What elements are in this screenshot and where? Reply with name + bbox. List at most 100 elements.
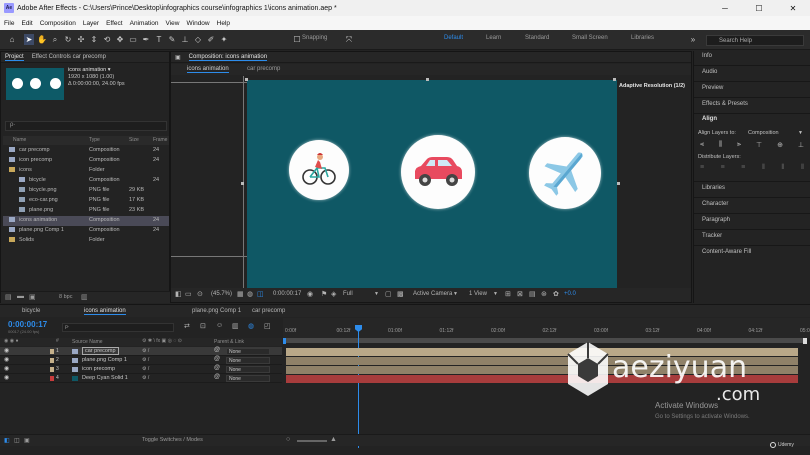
view-layout-dropdown[interactable]: 1 View bbox=[469, 291, 487, 297]
distribute-hcenter-icon[interactable]: ⦀ bbox=[781, 164, 784, 173]
menu-file[interactable]: File bbox=[4, 20, 14, 27]
handle[interactable] bbox=[241, 182, 244, 185]
parent-link-column[interactable]: Parent & Link bbox=[214, 339, 244, 345]
maximize-button[interactable]: ☐ bbox=[742, 0, 776, 16]
tab-project[interactable]: Project bbox=[5, 54, 24, 61]
always-preview-icon[interactable]: ◧ bbox=[175, 290, 182, 298]
close-button[interactable]: ✕ bbox=[776, 0, 810, 16]
distribute-vcenter-icon[interactable]: ≡ bbox=[721, 164, 725, 173]
exposure-value[interactable]: +0.0 bbox=[564, 291, 576, 297]
workspace-small-screen[interactable]: Small Screen bbox=[572, 35, 608, 41]
timeline-tab-car-precomp[interactable]: car precomp bbox=[252, 308, 285, 314]
bicycle-icon-circle[interactable] bbox=[289, 140, 349, 200]
region-icon[interactable]: ◫ bbox=[257, 290, 264, 298]
layer-row[interactable]: ◉ 1 car precomp ⚙ / @ None bbox=[0, 347, 282, 356]
parent-dropdown[interactable]: None bbox=[226, 348, 270, 355]
menu-edit[interactable]: Edit bbox=[21, 20, 32, 27]
panel-content-aware-fill[interactable]: Content-Aware Fill bbox=[702, 249, 751, 255]
dolly-camera-icon[interactable]: ⇕ bbox=[89, 34, 99, 45]
zoom-tool-icon[interactable]: ⌕ bbox=[50, 34, 60, 45]
brush-tool-icon[interactable]: ✎ bbox=[167, 34, 177, 45]
expand-icon[interactable]: ◫ bbox=[14, 437, 20, 444]
pen-tool-icon[interactable]: ✒ bbox=[141, 34, 151, 45]
align-bottom-icon[interactable]: ⊥ bbox=[798, 141, 804, 150]
current-time-display[interactable]: 0:00:00:17 bbox=[273, 291, 301, 297]
layer-row[interactable]: ◉ 2 plane.png Comp 1 ⚙ / @ None bbox=[0, 356, 282, 365]
transfer-controls-icon[interactable]: ▣ bbox=[24, 437, 30, 444]
camera-chevron-down-icon[interactable]: ▼ bbox=[453, 291, 458, 297]
visibility-eye-icon[interactable]: ◉ bbox=[4, 347, 9, 354]
handle[interactable] bbox=[613, 78, 616, 81]
distribute-bottom-icon[interactable]: ≡ bbox=[741, 164, 745, 173]
new-folder-icon[interactable]: ▬ bbox=[17, 293, 24, 300]
panel-align-title[interactable]: Align bbox=[702, 116, 717, 122]
delete-icon[interactable]: ▥ bbox=[81, 293, 88, 301]
menu-composition[interactable]: Composition bbox=[40, 20, 76, 27]
composition-canvas[interactable] bbox=[247, 80, 617, 288]
snapping-checkbox-icon[interactable]: ☐ bbox=[292, 34, 302, 45]
pick-whip-icon[interactable]: @ bbox=[214, 347, 220, 353]
comp-flowchart-icon[interactable]: ⊛ bbox=[541, 290, 547, 298]
layer-name[interactable]: plane.png Comp 1 bbox=[82, 357, 127, 363]
zoom-dropdown[interactable]: (45.7%) bbox=[211, 291, 232, 297]
subtab-car-precomp[interactable]: car precomp bbox=[247, 66, 280, 72]
align-vcenter-icon[interactable]: ⊕ bbox=[777, 141, 783, 150]
timeline-tab-bicycle[interactable]: bicycle bbox=[22, 308, 40, 314]
roi-icon[interactable]: ▢ bbox=[385, 290, 392, 298]
layer-row[interactable]: ◉ 4 Deep Cyan Solid 1 ⚙ / @ None bbox=[0, 374, 282, 383]
workspace-libraries[interactable]: Libraries bbox=[631, 35, 654, 41]
render-time-icon[interactable]: ◧ bbox=[4, 437, 10, 444]
panel-character[interactable]: Character bbox=[702, 201, 728, 207]
layer-switches[interactable]: ⚙ / bbox=[142, 357, 149, 363]
composition-viewer[interactable]: Adaptive Resolution (1/2) bbox=[171, 76, 691, 288]
anchor-tool-icon[interactable]: ✥ bbox=[115, 34, 125, 45]
reset-exposure-icon[interactable]: ✿ bbox=[553, 290, 559, 298]
layer-label-color[interactable] bbox=[50, 376, 54, 381]
align-left-icon[interactable]: ⫷ bbox=[700, 141, 704, 150]
timeline-tab-plane-comp[interactable]: plane.png Comp 1 bbox=[192, 308, 241, 314]
grid-icon[interactable]: ▦ bbox=[237, 290, 244, 298]
handle[interactable] bbox=[245, 78, 248, 81]
handle[interactable] bbox=[426, 78, 429, 81]
layer-label-color[interactable] bbox=[50, 349, 54, 354]
layer-name[interactable]: car precomp bbox=[82, 347, 119, 355]
timeline-search-input[interactable]: ρ· bbox=[62, 323, 174, 332]
project-item[interactable]: plane.png Comp 1 Composition 24 bbox=[3, 226, 169, 236]
comp-mini-flowchart-icon[interactable]: ⇄ bbox=[184, 322, 190, 330]
work-area-start-handle[interactable] bbox=[283, 338, 286, 344]
layer-row[interactable]: ◉ 3 icon precomp ⚙ / @ None bbox=[0, 365, 282, 374]
current-time-indicator[interactable] bbox=[358, 325, 359, 448]
zoom-out-icon[interactable]: ○ bbox=[286, 436, 290, 443]
panel-audio[interactable]: Audio bbox=[702, 69, 717, 75]
panel-info[interactable]: Info bbox=[702, 53, 712, 59]
panel-preview[interactable]: Preview bbox=[702, 85, 723, 91]
column-type[interactable]: Type bbox=[89, 137, 100, 143]
resolution-dropdown[interactable]: Full bbox=[343, 291, 353, 297]
timeline-current-time[interactable]: 0:00:00:17 bbox=[8, 320, 47, 329]
align-right-icon[interactable]: ⫸ bbox=[737, 141, 741, 150]
orbit-camera-icon[interactable]: ↻ bbox=[63, 34, 73, 45]
pick-whip-icon[interactable]: @ bbox=[214, 374, 220, 380]
source-name-column[interactable]: Source Name bbox=[72, 339, 103, 345]
column-frame[interactable]: Frame bbox=[153, 137, 167, 143]
handle[interactable] bbox=[617, 182, 620, 185]
search-help-input[interactable]: Search Help bbox=[706, 35, 804, 46]
menu-view[interactable]: View bbox=[166, 20, 180, 27]
puppet-tool-icon[interactable]: ✦ bbox=[219, 34, 229, 45]
align-top-icon[interactable]: ⊤ bbox=[756, 141, 762, 150]
view-chevron-down-icon[interactable]: ▼ bbox=[493, 291, 498, 297]
distribute-top-icon[interactable]: ≡ bbox=[700, 164, 704, 173]
pick-whip-icon[interactable]: @ bbox=[214, 356, 220, 362]
workspace-standard[interactable]: Standard bbox=[525, 35, 549, 41]
time-ruler[interactable]: 0:00f 00:12f 01:00f 01:12f 02:00f 02:12f 03:00… bbox=[283, 318, 810, 338]
motion-blur-icon[interactable]: ◍ bbox=[248, 322, 254, 330]
layer-switches[interactable]: ⚙ / bbox=[142, 366, 149, 372]
minimize-button[interactable]: ─ bbox=[708, 0, 742, 16]
menu-layer[interactable]: Layer bbox=[83, 20, 99, 27]
layer-name[interactable]: icon precomp bbox=[82, 366, 115, 372]
project-item[interactable]: icon precomp Composition 24 bbox=[3, 156, 169, 166]
interpret-footage-icon[interactable]: ▤ bbox=[5, 293, 12, 301]
clone-stamp-icon[interactable]: ⊥ bbox=[180, 34, 190, 45]
lock-icon[interactable]: ▣ bbox=[175, 54, 181, 61]
pan-camera-icon[interactable]: ✣ bbox=[76, 34, 86, 45]
